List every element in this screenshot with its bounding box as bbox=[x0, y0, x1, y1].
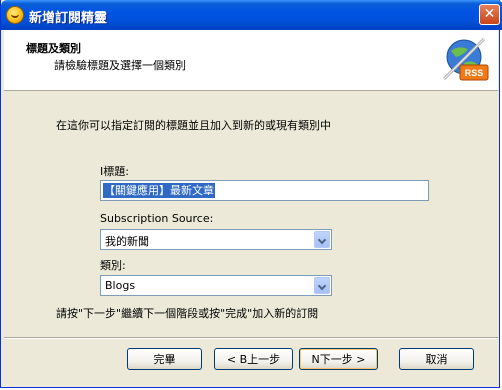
step-title: 標題及類別 bbox=[26, 42, 81, 55]
hint-text: 請按"下一步"繼續下一個階段或按"完成"加入新的訂閱 bbox=[56, 307, 319, 320]
rss-badge-text: RSS bbox=[465, 68, 484, 78]
source-label: Subscription Source: bbox=[100, 212, 214, 225]
source-select[interactable]: 我的新聞 bbox=[100, 229, 332, 250]
title-label: I標題: bbox=[100, 165, 129, 178]
close-icon[interactable]: ✕ bbox=[479, 4, 500, 25]
footer-divider bbox=[4, 337, 498, 339]
smiley-icon bbox=[6, 6, 24, 24]
title-input[interactable]: 【關鍵應用】最新文章 bbox=[100, 180, 429, 201]
title-input-value: 【關鍵應用】最新文章 bbox=[103, 183, 215, 198]
wizard-header: 標題及類別 請檢驗標題及選擇一個類別 RSS bbox=[4, 30, 498, 91]
wizard-window: 新增訂閱精靈 ✕ 標題及類別 請檢驗標題及選擇一個類別 RSS 在這你可以指定訂… bbox=[0, 0, 502, 388]
cancel-button[interactable]: 取消 bbox=[399, 348, 474, 370]
title-bar[interactable]: 新增訂閱精靈 ✕ bbox=[1, 0, 502, 30]
intro-text: 在這你可以指定訂閱的標題並且加入到新的或現有類別中 bbox=[56, 119, 331, 132]
back-button[interactable]: < B上一步 bbox=[214, 348, 293, 370]
category-select[interactable]: Blogs bbox=[100, 275, 332, 296]
finish-button[interactable]: 完畢 bbox=[127, 348, 202, 370]
dropdown-arrow-icon[interactable] bbox=[314, 231, 330, 248]
rss-feed-icon: RSS bbox=[442, 37, 489, 81]
source-select-value: 我的新聞 bbox=[105, 235, 149, 248]
next-button[interactable]: N下一步 > bbox=[299, 348, 378, 370]
dropdown-arrow-icon[interactable] bbox=[314, 277, 330, 294]
window-title: 新增訂閱精靈 bbox=[29, 11, 108, 26]
category-select-value: Blogs bbox=[105, 279, 136, 292]
step-subtitle: 請檢驗標題及選擇一個類別 bbox=[54, 59, 186, 72]
category-label: 類別: bbox=[100, 259, 126, 272]
